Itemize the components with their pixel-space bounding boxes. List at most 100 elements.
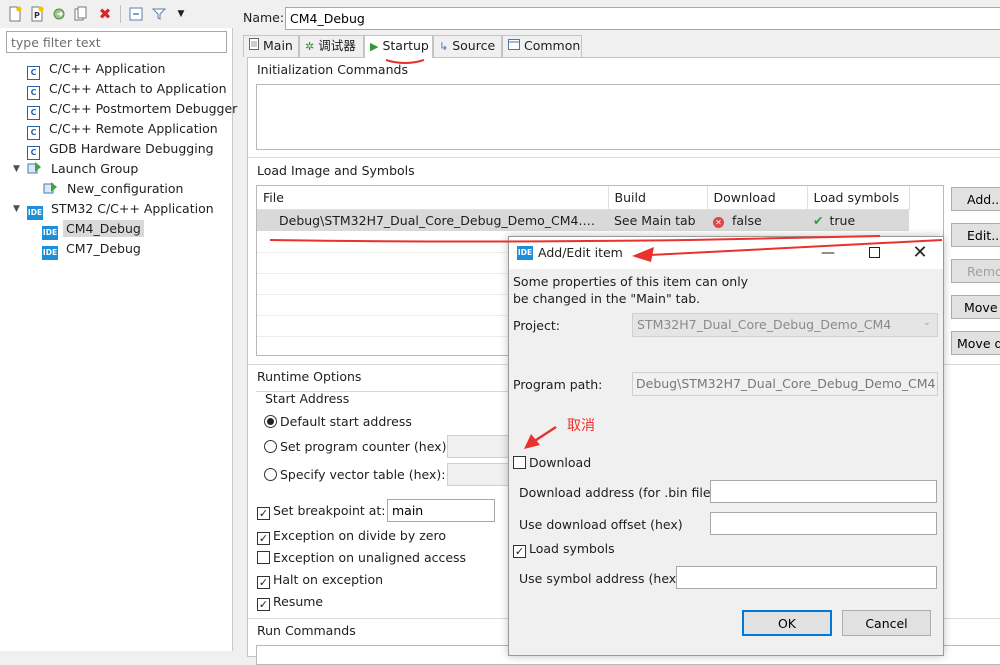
- checkbox-exception-unaligned[interactable]: Exception on unaligned access: [257, 548, 466, 568]
- checkbox-resume[interactable]: ✓ Resume: [257, 592, 323, 612]
- tab-common[interactable]: Common: [502, 35, 582, 57]
- dialog-title: Add/Edit item: [538, 245, 623, 260]
- checkbox-halt-on-exception[interactable]: ✓ Halt on exception: [257, 570, 383, 590]
- table-row[interactable]: Debug\STM32H7_Dual_Core_Debug_Demo_CM4.e…: [257, 209, 909, 231]
- checkbox-indicator: ✓: [257, 507, 270, 520]
- c-app-icon: C: [27, 66, 40, 80]
- tab-debugger[interactable]: ✲ 调试器: [299, 35, 364, 57]
- radio-specify-vector-table[interactable]: Specify vector table (hex):: [264, 465, 445, 485]
- program-path-label: Program path:: [513, 377, 603, 392]
- tree-item-gdb-hardware[interactable]: C GDB Hardware Debugging: [27, 139, 217, 160]
- checkbox-label: Halt on exception: [273, 572, 384, 587]
- add-button[interactable]: Add...: [951, 187, 1000, 211]
- c-app-icon: C: [27, 106, 40, 120]
- tab-startup[interactable]: ▶ Startup: [364, 35, 433, 58]
- tab-label: Source: [452, 38, 496, 53]
- error-icon: ✕: [713, 216, 724, 228]
- tree-item-remote[interactable]: C C/C++ Remote Application: [27, 119, 221, 140]
- filter-icon[interactable]: [151, 6, 167, 22]
- collapse-all-icon[interactable]: [128, 6, 144, 22]
- view-menu-icon[interactable]: ▼: [173, 6, 189, 22]
- name-input[interactable]: [285, 7, 1000, 30]
- tree-item-cm4-debug[interactable]: IDE CM4_Debug: [42, 219, 144, 240]
- ide-icon: IDE: [517, 246, 533, 260]
- checkbox-set-breakpoint[interactable]: ✓ Set breakpoint at:: [257, 501, 386, 521]
- cell-load-symbols-value: true: [829, 212, 856, 228]
- tree-item-postmortem[interactable]: C C/C++ Postmortem Debugger: [27, 99, 240, 120]
- new-prototype-icon[interactable]: P: [29, 6, 45, 22]
- project-select[interactable]: STM32H7_Dual_Core_Debug_Demo_CM4 ⌄: [632, 313, 938, 337]
- column-header-download[interactable]: Download: [707, 186, 808, 210]
- download-offset-label: Use download offset (hex): [519, 517, 683, 532]
- project-label: Project:: [513, 318, 560, 333]
- radio-label: Specify vector table (hex):: [280, 467, 446, 482]
- program-path-value: Debug\STM32H7_Dual_Core_Debug_Demo_CM4.e…: [636, 376, 938, 391]
- run-commands-title: Run Commands: [257, 623, 356, 638]
- minimize-icon[interactable]: —: [805, 237, 851, 269]
- tree-item-launch-group[interactable]: Launch Group: [27, 159, 141, 179]
- tab-label: Common: [524, 38, 581, 53]
- tree-item-cm7-debug[interactable]: IDE CM7_Debug: [42, 239, 144, 260]
- checkbox-indicator: ✓: [257, 532, 270, 545]
- export-icon[interactable]: [51, 6, 67, 22]
- symbol-address-input[interactable]: [676, 566, 937, 589]
- move-down-button[interactable]: Move down: [951, 331, 1000, 355]
- download-address-input[interactable]: [710, 480, 937, 503]
- column-header-file[interactable]: File: [257, 186, 609, 210]
- radio-indicator: [264, 468, 277, 481]
- radio-set-program-counter[interactable]: Set program counter (hex):: [264, 437, 451, 457]
- row-line: [257, 336, 507, 337]
- tree-item-new-configuration[interactable]: New_configuration: [43, 179, 186, 199]
- tree-item-label: Launch Group: [51, 161, 139, 176]
- cancel-button[interactable]: Cancel: [842, 610, 931, 636]
- left-toolbar: P ✖ ▼: [0, 0, 233, 28]
- ide-icon: IDE: [42, 226, 58, 240]
- checkbox-indicator: ✓: [257, 598, 270, 611]
- move-up-button[interactable]: Move up: [951, 295, 1000, 319]
- ide-icon: IDE: [27, 206, 43, 220]
- symbol-address-label: Use symbol address (hex): [519, 571, 682, 586]
- tab-main[interactable]: Main: [243, 35, 299, 57]
- program-counter-input[interactable]: [447, 435, 509, 458]
- tab-source[interactable]: ↳ Source: [433, 35, 502, 57]
- download-offset-input[interactable]: [710, 512, 937, 535]
- filter-input[interactable]: [6, 31, 227, 53]
- delete-icon[interactable]: ✖: [97, 6, 113, 22]
- tab-label: Startup: [382, 38, 429, 53]
- chevron-down-icon[interactable]: ▼: [13, 199, 23, 219]
- close-icon[interactable]: ✕: [897, 237, 943, 269]
- ok-button[interactable]: OK: [742, 610, 832, 636]
- remove-button[interactable]: Remove: [951, 259, 1000, 283]
- tree-item-label: CM4_Debug: [63, 220, 144, 237]
- c-app-icon: C: [27, 126, 40, 140]
- download-address-label: Download address (for .bin file): [519, 485, 716, 500]
- radio-default-start-address[interactable]: Default start address: [264, 412, 412, 432]
- breakpoint-input[interactable]: [387, 499, 495, 522]
- bug-icon: ✲: [305, 40, 315, 53]
- tree-item-stm32-application[interactable]: IDE STM32 C/C++ Application: [27, 199, 217, 220]
- duplicate-icon[interactable]: [73, 6, 89, 22]
- vector-table-input[interactable]: [447, 463, 509, 486]
- radio-indicator: [264, 415, 277, 428]
- tree-item-c-application[interactable]: C C/C++ Application: [27, 59, 168, 80]
- checkbox-label: Set breakpoint at:: [273, 503, 386, 518]
- program-path-field: Debug\STM32H7_Dual_Core_Debug_Demo_CM4.e…: [632, 372, 938, 396]
- column-header-load-symbols[interactable]: Load symbols: [807, 186, 910, 210]
- new-config-icon[interactable]: [7, 6, 23, 22]
- checkbox-load-symbols[interactable]: ✓ Load symbols: [513, 539, 615, 559]
- chevron-down-icon[interactable]: ▼: [13, 159, 23, 179]
- cell-file: Debug\STM32H7_Dual_Core_Debug_Demo_CM4.e…: [257, 209, 608, 231]
- checkbox-download[interactable]: Download: [513, 453, 591, 473]
- checkbox-label: Load symbols: [529, 541, 615, 556]
- maximize-icon[interactable]: [851, 237, 897, 269]
- run-icon: ▶: [370, 40, 379, 53]
- tree-item-label: STM32 C/C++ Application: [51, 201, 214, 216]
- checkbox-exception-divide-zero[interactable]: ✓ Exception on divide by zero: [257, 526, 446, 546]
- row-line: [257, 273, 507, 274]
- tree-item-attach[interactable]: C C/C++ Attach to Application: [27, 79, 230, 100]
- tab-label: Main: [263, 38, 293, 53]
- tree-item-label: C/C++ Application: [49, 61, 166, 76]
- init-commands-textarea[interactable]: [256, 84, 1000, 150]
- edit-button[interactable]: Edit...: [951, 223, 1000, 247]
- column-header-build[interactable]: Build: [608, 186, 708, 210]
